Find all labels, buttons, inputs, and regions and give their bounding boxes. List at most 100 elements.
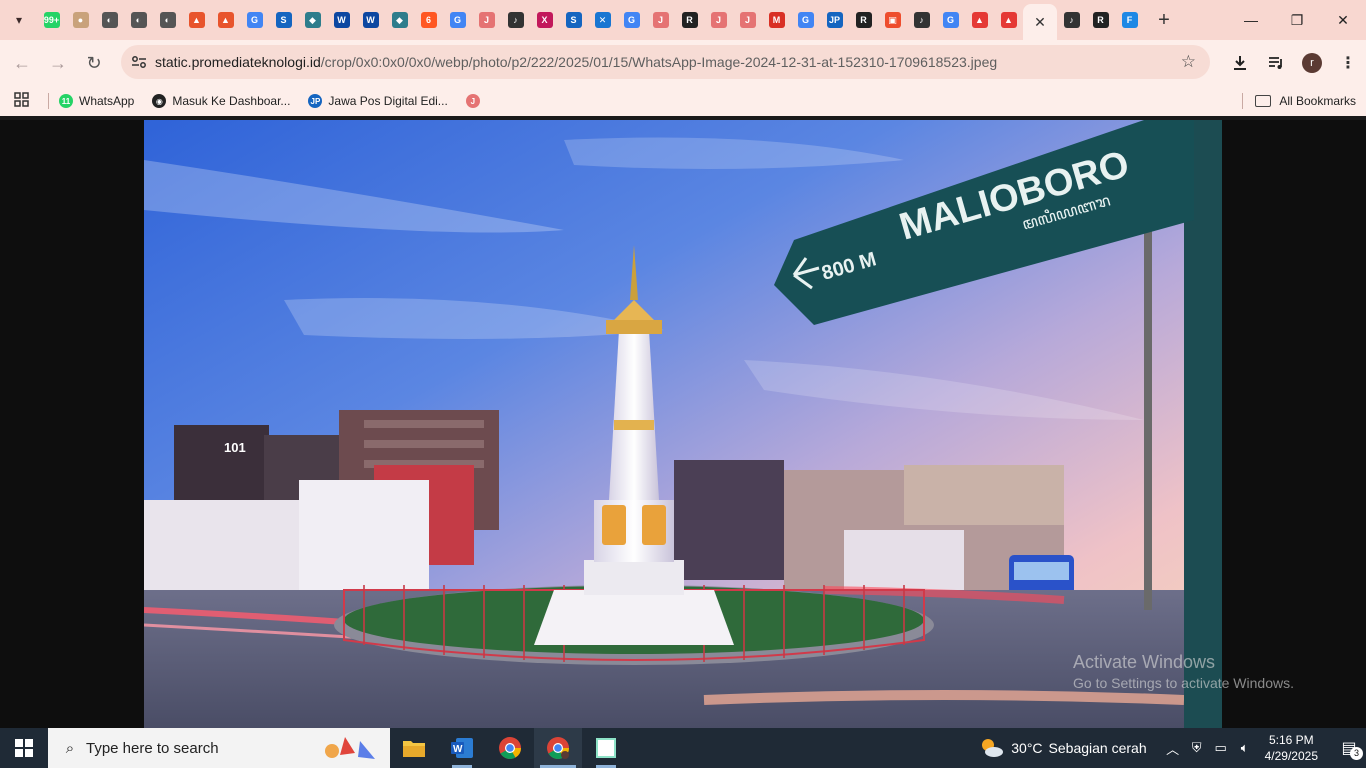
start-button[interactable] [0, 728, 48, 768]
tab[interactable]: ◐ [95, 0, 124, 40]
bookmark-star-icon[interactable]: ☆ [1181, 52, 1196, 72]
arrow-right-icon: → [49, 52, 67, 73]
tab-search-button[interactable]: ▾ [5, 6, 33, 34]
tab[interactable]: ◐ [153, 0, 182, 40]
tab[interactable]: J [472, 0, 501, 40]
tab[interactable]: S [559, 0, 588, 40]
minimize-button[interactable]: — [1228, 0, 1274, 40]
back-button[interactable]: ← [4, 45, 40, 81]
tab[interactable]: ♪ [907, 0, 936, 40]
apps-grid-icon[interactable] [14, 92, 40, 110]
close-tab-icon[interactable]: ✕ [1034, 14, 1046, 31]
word-button[interactable]: W [438, 728, 486, 768]
taskbar: ⌕ Type here to search W 30°C Sebagian ce… [0, 728, 1366, 768]
chrome-button[interactable] [486, 728, 534, 768]
tab[interactable]: ✕ [588, 0, 617, 40]
watermark-subtitle: Go to Settings to activate Windows. [1073, 675, 1294, 691]
bookmark-item[interactable]: JP Jawa Pos Digital Edi... [308, 94, 448, 108]
tab[interactable]: R [1086, 0, 1115, 40]
tab[interactable]: ◆ [385, 0, 414, 40]
clock-time: 5:16 PM [1268, 733, 1314, 747]
restore-button[interactable]: ❐ [1274, 0, 1320, 40]
new-tab-button[interactable]: + [1150, 6, 1178, 34]
bookmark-item[interactable]: ◉ Masuk Ke Dashboar... [152, 94, 290, 108]
tab[interactable]: ▲ [965, 0, 994, 40]
tab[interactable]: W [356, 0, 385, 40]
tab[interactable]: G [936, 0, 965, 40]
volume-icon[interactable]: 🔈︎ [1233, 740, 1257, 756]
toolbar: ← → ↻ static.promediateknologi.id/crop/0… [0, 40, 1366, 86]
tab[interactable]: X [530, 0, 559, 40]
network-icon[interactable]: ▭ [1209, 740, 1233, 756]
google-icon: G [449, 12, 466, 28]
tab[interactable]: G [617, 0, 646, 40]
tab[interactable]: ▲ [994, 0, 1023, 40]
gmail-icon: M [768, 12, 785, 28]
reload-button[interactable]: ↻ [76, 45, 112, 81]
site-icon: S [275, 12, 292, 28]
tab[interactable]: ▣ [878, 0, 907, 40]
audio-icon: ♪ [1063, 12, 1080, 28]
tab[interactable]: 99+ [37, 0, 66, 40]
tab[interactable]: R [675, 0, 704, 40]
site-icon: ▲ [971, 12, 988, 28]
notepad-button[interactable] [582, 728, 630, 768]
site-icon: S [565, 12, 582, 28]
close-window-button[interactable]: ✕ [1320, 0, 1366, 40]
tab[interactable]: ♪ [501, 0, 530, 40]
clock[interactable]: 5:16 PM 4/29/2025 [1265, 732, 1318, 764]
bookmark-item[interactable]: J [465, 94, 486, 108]
all-bookmarks-button[interactable]: All Bookmarks [1242, 93, 1356, 109]
tab[interactable]: ♪ [1057, 0, 1086, 40]
forward-button[interactable]: → [40, 45, 76, 81]
weather-widget[interactable]: 30°C Sebagian cerah [979, 737, 1147, 759]
jp-icon: JP [308, 94, 323, 108]
chrome-profile-button[interactable] [534, 728, 582, 768]
arrow-left-icon: ← [13, 52, 31, 73]
shield-icon: ◆ [304, 12, 321, 28]
tab[interactable]: ▲ [211, 0, 240, 40]
tab[interactable]: JP [820, 0, 849, 40]
download-icon[interactable] [1222, 45, 1258, 81]
tab[interactable]: J [704, 0, 733, 40]
profile-avatar[interactable]: r [1302, 53, 1322, 73]
site-icon: 6 [420, 12, 437, 28]
tab-active[interactable]: ✕ [1023, 4, 1057, 40]
google-icon: G [797, 12, 814, 28]
security-icon[interactable]: ⛨ [1185, 740, 1209, 756]
file-explorer-button[interactable] [390, 728, 438, 768]
tab[interactable]: ● [66, 0, 95, 40]
tab[interactable]: J [646, 0, 675, 40]
google-icon: G [623, 12, 640, 28]
all-bookmarks-label: All Bookmarks [1279, 94, 1356, 108]
chevron-up-icon[interactable]: ︿ [1161, 739, 1185, 758]
tab[interactable]: 6 [414, 0, 443, 40]
notification-center-button[interactable]: ▤ 3 [1332, 728, 1366, 768]
tab[interactable]: ◆ [298, 0, 327, 40]
tab[interactable]: F [1115, 0, 1144, 40]
site-info-icon[interactable] [123, 55, 155, 69]
address-bar[interactable]: static.promediateknologi.id/crop/0x0:0x0… [121, 45, 1210, 79]
bookmark-item[interactable]: 11 WhatsApp [59, 94, 134, 108]
tab[interactable]: G [240, 0, 269, 40]
tab[interactable]: G [791, 0, 820, 40]
tab[interactable]: S [269, 0, 298, 40]
media-control-icon[interactable] [1258, 45, 1294, 81]
close-icon: ✕ [1337, 11, 1349, 28]
tab[interactable]: W [327, 0, 356, 40]
divider [48, 93, 49, 109]
tab[interactable]: ◐ [124, 0, 153, 40]
fire-icon: ▲ [188, 12, 205, 28]
weather-text: Sebagian cerah [1048, 740, 1147, 756]
site-icon: ✕ [594, 12, 611, 28]
kebab-menu-icon[interactable]: ⋮ [1330, 45, 1366, 81]
whatsapp-icon: 99+ [43, 12, 60, 28]
tab[interactable]: J [733, 0, 762, 40]
tab[interactable]: R [849, 0, 878, 40]
tab[interactable]: M [762, 0, 791, 40]
taskbar-search[interactable]: ⌕ Type here to search [48, 728, 390, 768]
tab[interactable]: G [443, 0, 472, 40]
jp-icon: JP [826, 12, 843, 28]
fire-icon: ▲ [217, 12, 234, 28]
tab[interactable]: ▲ [182, 0, 211, 40]
